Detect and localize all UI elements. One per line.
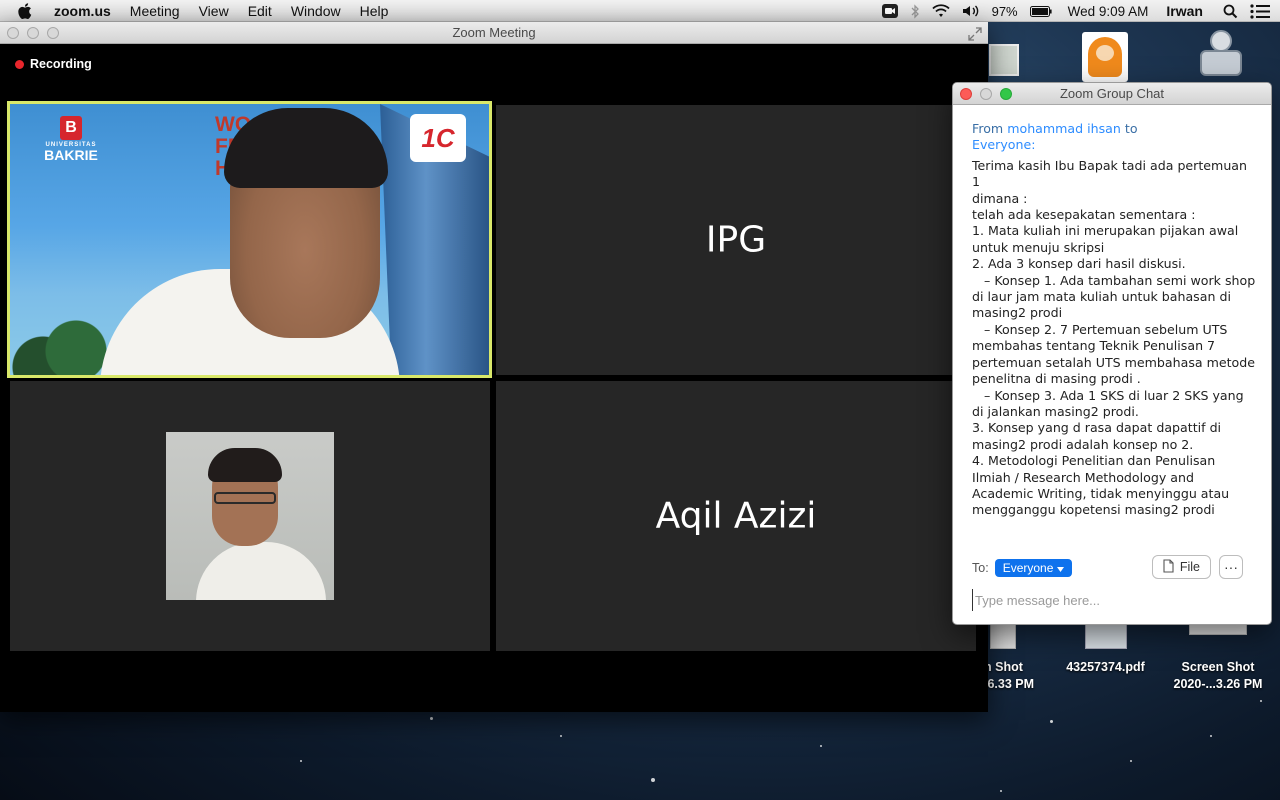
recording-label: Recording: [30, 57, 92, 71]
file-label-line2: .6.33 PM: [984, 677, 1035, 691]
file-label-line1: n Shot: [984, 660, 1023, 674]
menu-view[interactable]: View: [199, 3, 229, 19]
universitas-bakrie-logo: B UNIVERSITAS BAKRIE: [26, 116, 116, 162]
desktop-icon-automator[interactable]: [1190, 30, 1250, 82]
zoom-window-button[interactable]: [47, 27, 59, 39]
document-icon: [1163, 558, 1174, 576]
menu-bar: zoom.us Meeting View Edit Window Help 97…: [0, 0, 1280, 22]
wifi-icon[interactable]: [931, 4, 950, 18]
recipient-name[interactable]: Everyone:: [972, 137, 1035, 152]
file-button-label: File: [1179, 560, 1200, 574]
minimize-window-button[interactable]: [27, 27, 39, 39]
chat-message-text: Terima kasih Ibu Bapak tadi ada pertemua…: [972, 157, 1256, 518]
video-tile-aqil-azizi[interactable]: Aqil Azizi: [496, 381, 976, 651]
message-input[interactable]: Type message here...: [972, 589, 1257, 611]
message-header: From mohammad ihsan to Everyone:: [972, 121, 1257, 154]
zoom-meeting-window: Zoom Meeting Recording B UNIVERSITAS BAK…: [0, 22, 988, 712]
close-chat-button[interactable]: [960, 88, 972, 100]
zoom-group-chat-window: Zoom Group Chat From mohammad ihsan to E…: [952, 82, 1272, 625]
chat-window-title: Zoom Group Chat: [1059, 86, 1165, 101]
menu-app-name[interactable]: zoom.us: [54, 3, 111, 19]
desktop-file-pdf[interactable]: 43257374.pdf: [1058, 623, 1153, 676]
recipient-row: To: Everyone: [972, 555, 1257, 581]
zoom-camera-status-icon[interactable]: [881, 4, 898, 18]
battery-percent[interactable]: 97%: [992, 4, 1018, 19]
from-label: From: [972, 121, 1004, 136]
video-tile-ipg[interactable]: IPG: [496, 105, 976, 375]
video-tile-profile-photo[interactable]: [10, 381, 490, 651]
file-label-line1: 43257374.pdf: [1066, 660, 1145, 674]
chat-messages[interactable]: From mohammad ihsan to Everyone: Terima …: [953, 105, 1271, 519]
menu-window[interactable]: Window: [291, 3, 341, 19]
to-word: to: [1124, 121, 1138, 136]
zoom-chat-button[interactable]: [1000, 88, 1012, 100]
recipient-dropdown[interactable]: Everyone: [994, 559, 1073, 577]
desktop-icon-top-left[interactable]: [989, 44, 1019, 78]
battery-icon[interactable]: [1029, 5, 1052, 17]
meeting-titlebar[interactable]: Zoom Meeting: [0, 22, 988, 44]
desktop-file-screenshot-right[interactable]: Screen Shot 2020-...3.26 PM: [1164, 623, 1272, 693]
sender-name[interactable]: mohammad ihsan: [1007, 121, 1121, 136]
desktop-file-screenshot-left[interactable]: n Shot .6.33 PM: [984, 623, 1044, 693]
anniversary-badge-icon: 1C: [410, 114, 466, 162]
file-label-line2: 2020-...3.26 PM: [1173, 677, 1263, 691]
file-button[interactable]: File: [1151, 555, 1211, 579]
recipient-value: Everyone: [1002, 561, 1054, 575]
file-icon: [990, 623, 1016, 649]
pdf-file-icon: [1084, 623, 1127, 649]
spotlight-search-icon[interactable]: [1223, 4, 1238, 19]
automator-robot-icon: [1198, 30, 1242, 76]
user-name[interactable]: Irwan: [1166, 3, 1203, 19]
volume-icon[interactable]: [962, 4, 980, 18]
screenshot-thumbnail-icon: [989, 44, 1019, 76]
to-label: To:: [972, 561, 989, 575]
video-tile-active-speaker[interactable]: B UNIVERSITAS BAKRIE WO FR HA 1C: [7, 101, 492, 378]
cartoon-avatar-icon: [1082, 32, 1128, 82]
desktop-icon-avatar[interactable]: [1082, 32, 1128, 82]
minimize-chat-button[interactable]: [980, 88, 992, 100]
meeting-window-title: Zoom Meeting: [452, 25, 536, 40]
menu-meeting[interactable]: Meeting: [130, 3, 180, 19]
more-options-button[interactable]: ···: [1219, 555, 1243, 579]
fullscreen-icon[interactable]: [968, 26, 982, 48]
apple-menu-icon[interactable]: [18, 2, 40, 20]
recording-dot-icon: [15, 59, 24, 69]
notification-center-icon[interactable]: [1250, 3, 1270, 19]
participant-name: Aqil Azizi: [655, 495, 817, 537]
participant-name: IPG: [705, 219, 767, 261]
participant-profile-photo: [166, 432, 334, 600]
menu-edit[interactable]: Edit: [248, 3, 272, 19]
chat-titlebar[interactable]: Zoom Group Chat: [953, 83, 1271, 105]
recording-indicator[interactable]: Recording: [15, 57, 92, 71]
bluetooth-icon[interactable]: [910, 3, 920, 19]
caret-down-icon: [1057, 561, 1065, 575]
clock[interactable]: Wed 9:09 AM: [1068, 4, 1149, 19]
file-label-line1: Screen Shot: [1181, 660, 1255, 674]
menu-help[interactable]: Help: [360, 3, 389, 19]
chat-composer: To: Everyone File ··· Type message here.…: [953, 555, 1271, 611]
close-window-button[interactable]: [7, 27, 19, 39]
